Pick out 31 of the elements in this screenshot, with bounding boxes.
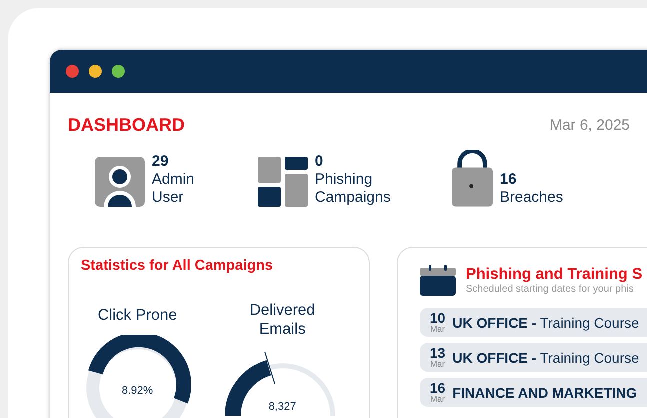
stat-value: 16 xyxy=(500,171,518,189)
panel-title: Statistics for All Campaigns xyxy=(81,258,274,274)
maximize-icon[interactable] xyxy=(112,65,125,78)
date-label: Mar 6, 2025 xyxy=(550,117,630,134)
month-label: Mar xyxy=(430,395,446,404)
day-number: 16 xyxy=(430,381,446,396)
stat-value: 29 xyxy=(152,153,170,171)
page-title: DASHBOARD xyxy=(68,115,185,136)
gauge-reading: 8.92% xyxy=(122,385,154,397)
close-icon[interactable] xyxy=(66,65,79,78)
lock-icon xyxy=(452,150,493,207)
stat-value: 0 xyxy=(315,153,324,171)
month-label: Mar xyxy=(430,360,446,369)
gauge-title: Click Prone xyxy=(98,306,178,325)
panel-title: Phishing and Training S xyxy=(466,266,643,284)
day-number: 10 xyxy=(430,311,446,326)
stat-label: Phishing Campaigns xyxy=(315,171,391,207)
schedule-text: UK OFFICE - Training Course xyxy=(452,350,640,366)
month-label: Mar xyxy=(430,325,446,334)
minimize-icon[interactable] xyxy=(89,65,102,78)
gauge-title: Delivered Emails xyxy=(250,301,316,339)
grid-icon xyxy=(258,157,308,207)
day-number: 13 xyxy=(430,346,446,360)
panel-subtitle: Scheduled starting dates for your phis xyxy=(466,284,635,294)
schedule-text: UK OFFICE - Training Course xyxy=(452,314,640,330)
schedule-text: FINANCE AND MARKETING xyxy=(452,384,638,400)
user-icon xyxy=(95,157,145,207)
stat-label: Breaches xyxy=(500,189,564,207)
stat-label: Admin User xyxy=(152,171,195,207)
gauge-reading: 8,327 xyxy=(268,401,296,413)
calendar-icon xyxy=(420,264,456,296)
